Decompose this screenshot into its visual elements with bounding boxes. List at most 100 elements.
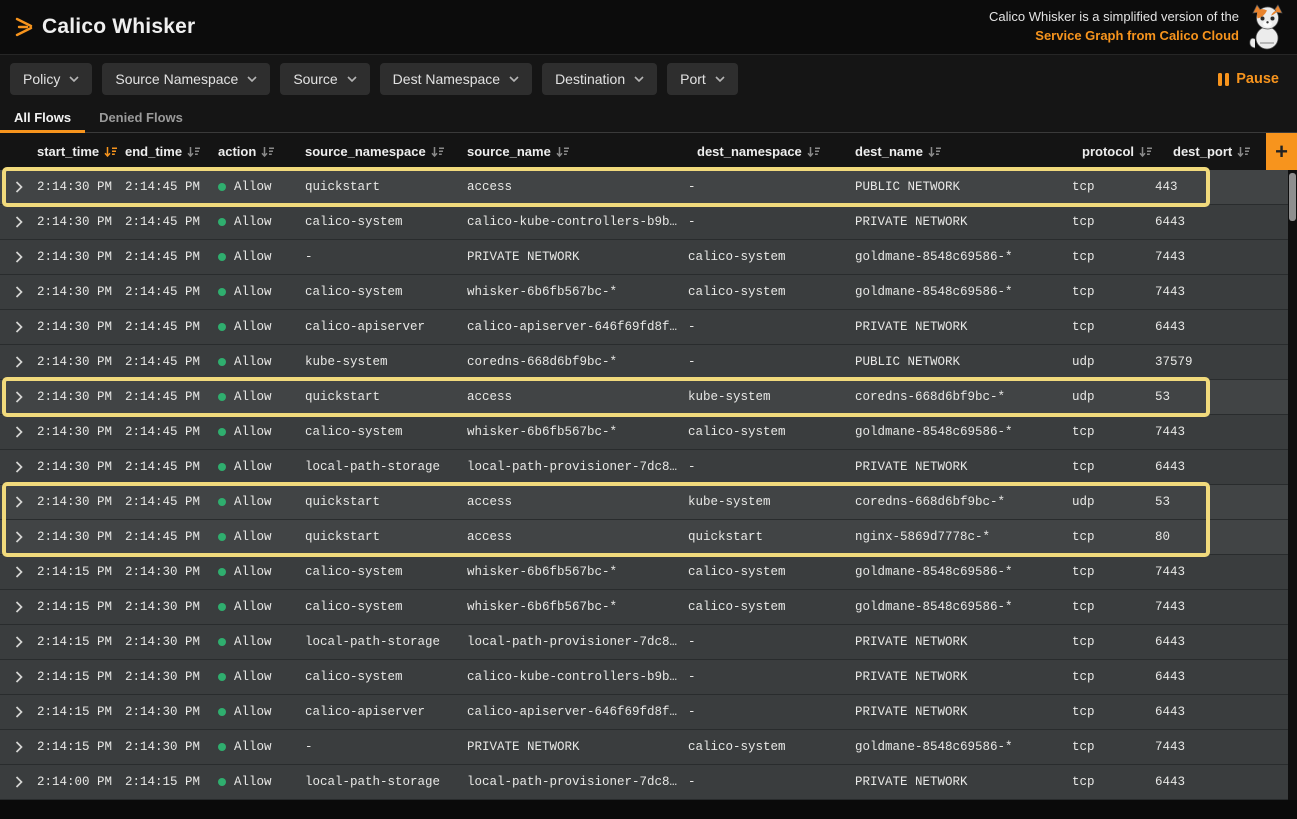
filter-chip-source-namespace[interactable]: Source Namespace bbox=[102, 63, 270, 95]
tab-denied-flows[interactable]: Denied Flows bbox=[85, 103, 197, 132]
service-graph-link[interactable]: Service Graph from Calico Cloud bbox=[989, 27, 1239, 46]
allow-status-dot bbox=[218, 288, 226, 296]
filter-chip-label: Source Namespace bbox=[115, 71, 238, 87]
table-row[interactable]: 2:14:30 PM 2:14:45 PM Allow local-path-s… bbox=[0, 450, 1288, 485]
allow-status-dot bbox=[218, 498, 226, 506]
filter-chip-policy[interactable]: Policy bbox=[10, 63, 92, 95]
column-header-action[interactable]: action bbox=[218, 144, 305, 159]
filter-chip-dest-namespace[interactable]: Dest Namespace bbox=[380, 63, 532, 95]
expand-row-icon[interactable] bbox=[15, 391, 23, 403]
pause-button[interactable]: Pause bbox=[1218, 71, 1279, 87]
expand-row-icon[interactable] bbox=[15, 461, 23, 473]
cell-protocol: tcp bbox=[1072, 600, 1155, 614]
expand-row-icon[interactable] bbox=[15, 356, 23, 368]
expand-row-icon[interactable] bbox=[15, 321, 23, 333]
filter-chip-destination[interactable]: Destination bbox=[542, 63, 657, 95]
cell-start-time: 2:14:30 PM bbox=[37, 390, 125, 404]
tab-all-flows[interactable]: All Flows bbox=[0, 103, 85, 132]
cell-dest-namespace: kube-system bbox=[688, 495, 855, 509]
table-row[interactable]: 2:14:30 PM 2:14:45 PM Allow calico-syste… bbox=[0, 205, 1288, 240]
scrollbar-thumb[interactable] bbox=[1289, 173, 1296, 221]
table-row[interactable]: 2:14:15 PM 2:14:30 PM Allow calico-apise… bbox=[0, 695, 1288, 730]
cell-source-name: calico-kube-controllers-b9b… bbox=[467, 670, 688, 684]
allow-status-dot bbox=[218, 708, 226, 716]
cell-protocol: udp bbox=[1072, 495, 1155, 509]
sort-descending-icon[interactable] bbox=[104, 146, 117, 158]
cell-source-name: whisker-6b6fb567bc-* bbox=[467, 285, 688, 299]
sort-icon[interactable] bbox=[807, 146, 820, 158]
filter-chip-port[interactable]: Port bbox=[667, 63, 738, 95]
cell-action: Allow bbox=[218, 285, 305, 299]
cell-start-time: 2:14:15 PM bbox=[37, 705, 125, 719]
cell-end-time: 2:14:45 PM bbox=[125, 495, 218, 509]
allow-status-dot bbox=[218, 253, 226, 261]
cell-dest-name: PRIVATE NETWORK bbox=[855, 215, 1072, 229]
cell-dest-namespace: calico-system bbox=[688, 285, 855, 299]
table-row[interactable]: 2:14:30 PM 2:14:45 PM Allow quickstart a… bbox=[0, 380, 1288, 415]
column-header-dest-namespace[interactable]: dest_namespace bbox=[688, 144, 855, 159]
cell-dest-port: 7443 bbox=[1155, 285, 1288, 299]
table-row[interactable]: 2:14:30 PM 2:14:45 PM Allow calico-syste… bbox=[0, 415, 1288, 450]
expand-row-icon[interactable] bbox=[15, 181, 23, 193]
expand-row-icon[interactable] bbox=[15, 741, 23, 753]
sort-icon[interactable] bbox=[261, 146, 274, 158]
column-header-dest-name[interactable]: dest_name bbox=[855, 144, 1072, 159]
sort-icon[interactable] bbox=[187, 146, 200, 158]
sort-icon[interactable] bbox=[1237, 146, 1250, 158]
cell-start-time: 2:14:30 PM bbox=[37, 285, 125, 299]
column-header-start-time[interactable]: start_time bbox=[37, 144, 125, 159]
table-row[interactable]: 2:14:15 PM 2:14:30 PM Allow - PRIVATE NE… bbox=[0, 730, 1288, 765]
table-row[interactable]: 2:14:00 PM 2:14:15 PM Allow local-path-s… bbox=[0, 765, 1288, 800]
expand-row-icon[interactable] bbox=[15, 496, 23, 508]
column-header-end-time[interactable]: end_time bbox=[125, 144, 218, 159]
expand-row-icon[interactable] bbox=[15, 251, 23, 263]
table-row[interactable]: 2:14:15 PM 2:14:30 PM Allow calico-syste… bbox=[0, 590, 1288, 625]
filter-chip-source[interactable]: Source bbox=[280, 63, 369, 95]
sort-icon[interactable] bbox=[928, 146, 941, 158]
cell-dest-name: PRIVATE NETWORK bbox=[855, 775, 1072, 789]
expand-row-icon[interactable] bbox=[15, 216, 23, 228]
expand-row-icon[interactable] bbox=[15, 531, 23, 543]
table-row[interactable]: 2:14:15 PM 2:14:30 PM Allow local-path-s… bbox=[0, 625, 1288, 660]
cell-dest-port: 37579 bbox=[1155, 355, 1288, 369]
cell-dest-name: coredns-668d6bf9bc-* bbox=[855, 495, 1072, 509]
chevron-down-icon bbox=[247, 76, 257, 82]
table-row[interactable]: 2:14:15 PM 2:14:30 PM Allow calico-syste… bbox=[0, 555, 1288, 590]
table-row[interactable]: 2:14:15 PM 2:14:30 PM Allow calico-syste… bbox=[0, 660, 1288, 695]
expand-row-icon[interactable] bbox=[15, 706, 23, 718]
expand-row-icon[interactable] bbox=[15, 601, 23, 613]
add-column-button[interactable]: + bbox=[1266, 133, 1297, 170]
sort-icon[interactable] bbox=[431, 146, 444, 158]
column-header-dest-port[interactable]: dest_port bbox=[1155, 144, 1266, 159]
cell-dest-namespace: kube-system bbox=[688, 390, 855, 404]
sort-icon[interactable] bbox=[556, 146, 569, 158]
expand-row-icon[interactable] bbox=[15, 286, 23, 298]
expand-row-icon[interactable] bbox=[15, 776, 23, 788]
cell-protocol: tcp bbox=[1072, 250, 1155, 264]
column-header-source-name[interactable]: source_name bbox=[467, 144, 688, 159]
expand-row-icon[interactable] bbox=[15, 566, 23, 578]
cell-end-time: 2:14:45 PM bbox=[125, 390, 218, 404]
column-header-protocol[interactable]: protocol bbox=[1072, 144, 1155, 159]
table-row[interactable]: 2:14:30 PM 2:14:45 PM Allow calico-apise… bbox=[0, 310, 1288, 345]
filter-bar: Policy Source Namespace Source Dest Name… bbox=[0, 55, 1297, 103]
filter-chip-label: Source bbox=[293, 71, 337, 87]
cell-action: Allow bbox=[218, 705, 305, 719]
cell-protocol: tcp bbox=[1072, 530, 1155, 544]
expand-row-icon[interactable] bbox=[15, 636, 23, 648]
table-row[interactable]: 2:14:30 PM 2:14:45 PM Allow - PRIVATE NE… bbox=[0, 240, 1288, 275]
expand-row-icon[interactable] bbox=[15, 426, 23, 438]
cell-start-time: 2:14:30 PM bbox=[37, 460, 125, 474]
cell-dest-port: 7443 bbox=[1155, 740, 1288, 754]
sort-icon[interactable] bbox=[1139, 146, 1152, 158]
cell-start-time: 2:14:15 PM bbox=[37, 635, 125, 649]
table-scrollbar[interactable] bbox=[1288, 170, 1297, 800]
cell-protocol: tcp bbox=[1072, 740, 1155, 754]
expand-row-icon[interactable] bbox=[15, 671, 23, 683]
table-row[interactable]: 2:14:30 PM 2:14:45 PM Allow quickstart a… bbox=[0, 485, 1288, 520]
table-row[interactable]: 2:14:30 PM 2:14:45 PM Allow kube-system … bbox=[0, 345, 1288, 380]
table-row[interactable]: 2:14:30 PM 2:14:45 PM Allow quickstart a… bbox=[0, 520, 1288, 555]
table-row[interactable]: 2:14:30 PM 2:14:45 PM Allow calico-syste… bbox=[0, 275, 1288, 310]
column-header-source-namespace[interactable]: source_namespace bbox=[305, 144, 467, 159]
table-row[interactable]: 2:14:30 PM 2:14:45 PM Allow quickstart a… bbox=[0, 170, 1288, 205]
